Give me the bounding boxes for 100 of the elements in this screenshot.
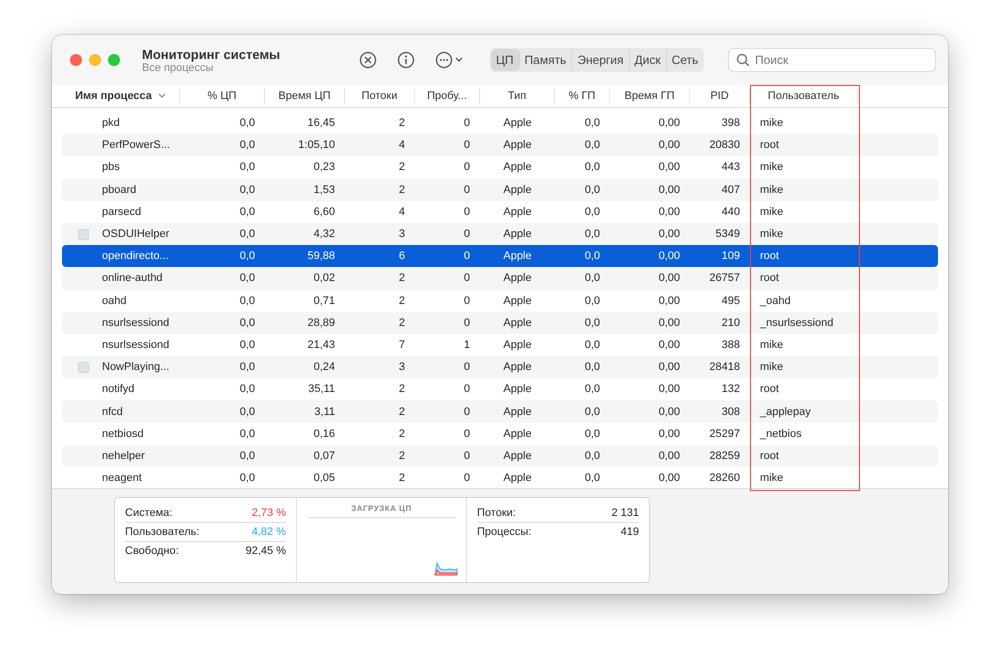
window-subtitle: Все процессы [142, 62, 214, 74]
table-cell-text: 2 [398, 272, 406, 284]
table-row[interactable]: nfcd 0,0 3,11 2 0 Apple 0,0 0,00 308 _applepay [62, 400, 938, 423]
table-row[interactable]: neagent 0,0 0,05 2 0 Apple 0,0 0,00 28260 mike [62, 467, 938, 488]
table-row[interactable]: parsecd 0,0 6,60 4 0 Apple 0,0 0,00 440 mike [62, 200, 938, 223]
table-cell-text: 0 [462, 228, 471, 240]
tab[interactable]: Сеть [666, 49, 704, 71]
table-cell-text: mike [759, 184, 784, 196]
table-row[interactable]: pbs 0,0 0,23 2 0 Apple 0,0 0,00 443 mike [62, 156, 938, 179]
table-cell-text: 0,0 [238, 228, 256, 240]
table-cell-text: 0,00 [658, 228, 681, 240]
table-cell-text: Apple [502, 383, 533, 396]
table-row[interactable]: notifyd 0,0 35,11 2 0 Apple 0,0 0,00 132 root [62, 378, 938, 400]
table-cell-text: 0,02 [312, 272, 336, 284]
tab[interactable]: Энергия [572, 49, 630, 71]
table-row[interactable]: pboard 0,0 1,53 2 0 Apple 0,0 0,00 407 mike [62, 178, 938, 201]
table-cell-text: 0,0 [584, 184, 601, 196]
column-header[interactable]: % ГП [555, 88, 610, 104]
table-cell-text: 0,00 [658, 406, 681, 418]
stat-value: 2,73 % [252, 507, 286, 519]
table-cell-text: 0,00 [658, 428, 681, 440]
table-cell-text: 0 [462, 139, 471, 152]
column-header[interactable]: Имя процесса [62, 88, 180, 104]
chart-title: ЗАГРУЗКА ЦП [308, 504, 456, 518]
table-cell-text: 25297 [708, 428, 741, 440]
table-row[interactable]: nehelper 0,0 0,07 2 0 Apple 0,0 0,00 28259 root [62, 444, 938, 467]
table-cell-text: root [759, 450, 780, 462]
table-cell-text: 4 [398, 206, 406, 218]
table-cell-text: 0,00 [658, 338, 681, 351]
table-cell-text: 59,88 [306, 250, 336, 262]
table-cell-text: 4 [398, 139, 406, 152]
table-row[interactable]: nsurlsessiond 0,0 21,43 7 1 Apple 0,0 0,00 388 mike [62, 334, 938, 356]
close-button[interactable] [70, 54, 82, 66]
table-cell-text: mike [759, 117, 784, 130]
table-row[interactable]: pkd 0,0 16,45 2 0 Apple 0,0 0,00 398 mike [62, 112, 938, 134]
stat-value: 2 131 [611, 507, 639, 519]
table-cell-text: 0,0 [238, 294, 256, 307]
table-cell-text: 0,71 [312, 294, 336, 307]
column-header[interactable]: Потоки [345, 88, 415, 104]
table-cell-text: 388 [720, 338, 741, 351]
table-cell-text: _applepay [758, 406, 812, 418]
table-cell-text: root [759, 272, 780, 284]
table-row[interactable]: online-authd 0,0 0,02 2 0 Apple 0,0 0,00 26757 root [62, 267, 938, 290]
table-row[interactable]: OSDUIHelper 0,0 4,32 3 0 Apple 0,0 0,00 5349 mike [62, 222, 938, 246]
table-cell-text: 2 [398, 406, 406, 418]
table-cell-text: 0,0 [238, 361, 256, 374]
table-cell-text: 0,0 [584, 472, 601, 484]
table-cell-text: 0 [462, 428, 471, 440]
table-cell-text: 0 [462, 406, 471, 418]
table-row[interactable]: oahd 0,0 0,71 2 0 Apple 0,0 0,00 495 _oahd [62, 290, 938, 312]
table-row[interactable]: opendirecto... 0,0 59,88 6 0 Apple 0,0 0,00 109 root [62, 245, 938, 268]
stat-label: Потоки: [477, 507, 516, 519]
tab[interactable]: Память [520, 49, 572, 71]
table-cell-text: 35,11 [307, 383, 336, 396]
table-row[interactable]: NowPlaying... 0,0 0,24 3 0 Apple 0,0 0,00 28418 mike [62, 356, 938, 378]
tab[interactable]: Диск [630, 49, 667, 71]
table-cell-text: 398 [720, 117, 741, 130]
column-header[interactable]: Тип [480, 88, 555, 104]
table-cell-text: 2 [398, 184, 406, 196]
table-cell-text: 0,0 [584, 383, 601, 396]
table-cell-text: 0,24 [312, 361, 336, 374]
table-cell-text: 0,0 [584, 361, 601, 374]
table-cell-text: 0 [462, 184, 471, 196]
table-row[interactable]: PerfPowerS... 0,0 1:05,10 4 0 Apple 0,0 0,00 20830 root [62, 134, 938, 156]
table-cell-text: mike [759, 161, 784, 174]
table-cell-text: Apple [502, 450, 533, 462]
table-row[interactable]: nsurlsessiond 0,0 28,89 2 0 Apple 0,0 0,00 210 _nsurlsessiond [62, 312, 938, 334]
table-cell-text: 0 [462, 117, 471, 130]
table-cell-text: 0,0 [238, 383, 256, 396]
table-cell-text: 0,0 [584, 161, 601, 174]
table-cell-text: 2 [398, 161, 406, 174]
table-cell-text: 495 [720, 294, 741, 307]
table-cell-text: 0,0 [584, 272, 601, 284]
table-cell: nsurlsessiond [102, 338, 170, 351]
table-cell-text: 0,0 [584, 406, 601, 418]
table-cell-text: 0,0 [238, 338, 256, 351]
column-header[interactable]: Время ГП [610, 88, 690, 104]
table-cell-text: 2 [398, 117, 406, 130]
table-cell-text: Apple [502, 206, 533, 218]
table-cell: neagent [102, 472, 142, 484]
search-field[interactable]: Поиск [728, 48, 936, 72]
table-cell-text: Apple [502, 117, 533, 130]
table-cell-text: 6,60 [312, 206, 336, 218]
table-cell-text: 0 [462, 294, 471, 307]
table-cell-text: 0,0 [238, 184, 256, 196]
table-cell-text: 0,07 [312, 450, 336, 462]
table-cell-text: _netbios [758, 428, 803, 440]
tab[interactable]: ЦП [491, 49, 520, 71]
column-header[interactable]: Пробу... [415, 88, 480, 104]
table-cell-text: 0,0 [238, 206, 256, 218]
table-row[interactable]: netbiosd 0,0 0,16 2 0 Apple 0,0 0,00 25297 _netbios [62, 422, 938, 445]
column-header[interactable]: Пользователь [750, 88, 858, 104]
table-cell-text: 407 [720, 184, 741, 196]
column-header[interactable]: Время ЦП [265, 88, 345, 104]
table-cell-text: 0,0 [238, 472, 256, 484]
column-header[interactable]: PID [690, 88, 750, 104]
table-cell-text: 3,11 [313, 406, 336, 418]
table-cell-text: 0,05 [312, 472, 336, 484]
column-header[interactable]: % ЦП [180, 88, 265, 104]
table-cell-text: 0,0 [584, 250, 601, 262]
